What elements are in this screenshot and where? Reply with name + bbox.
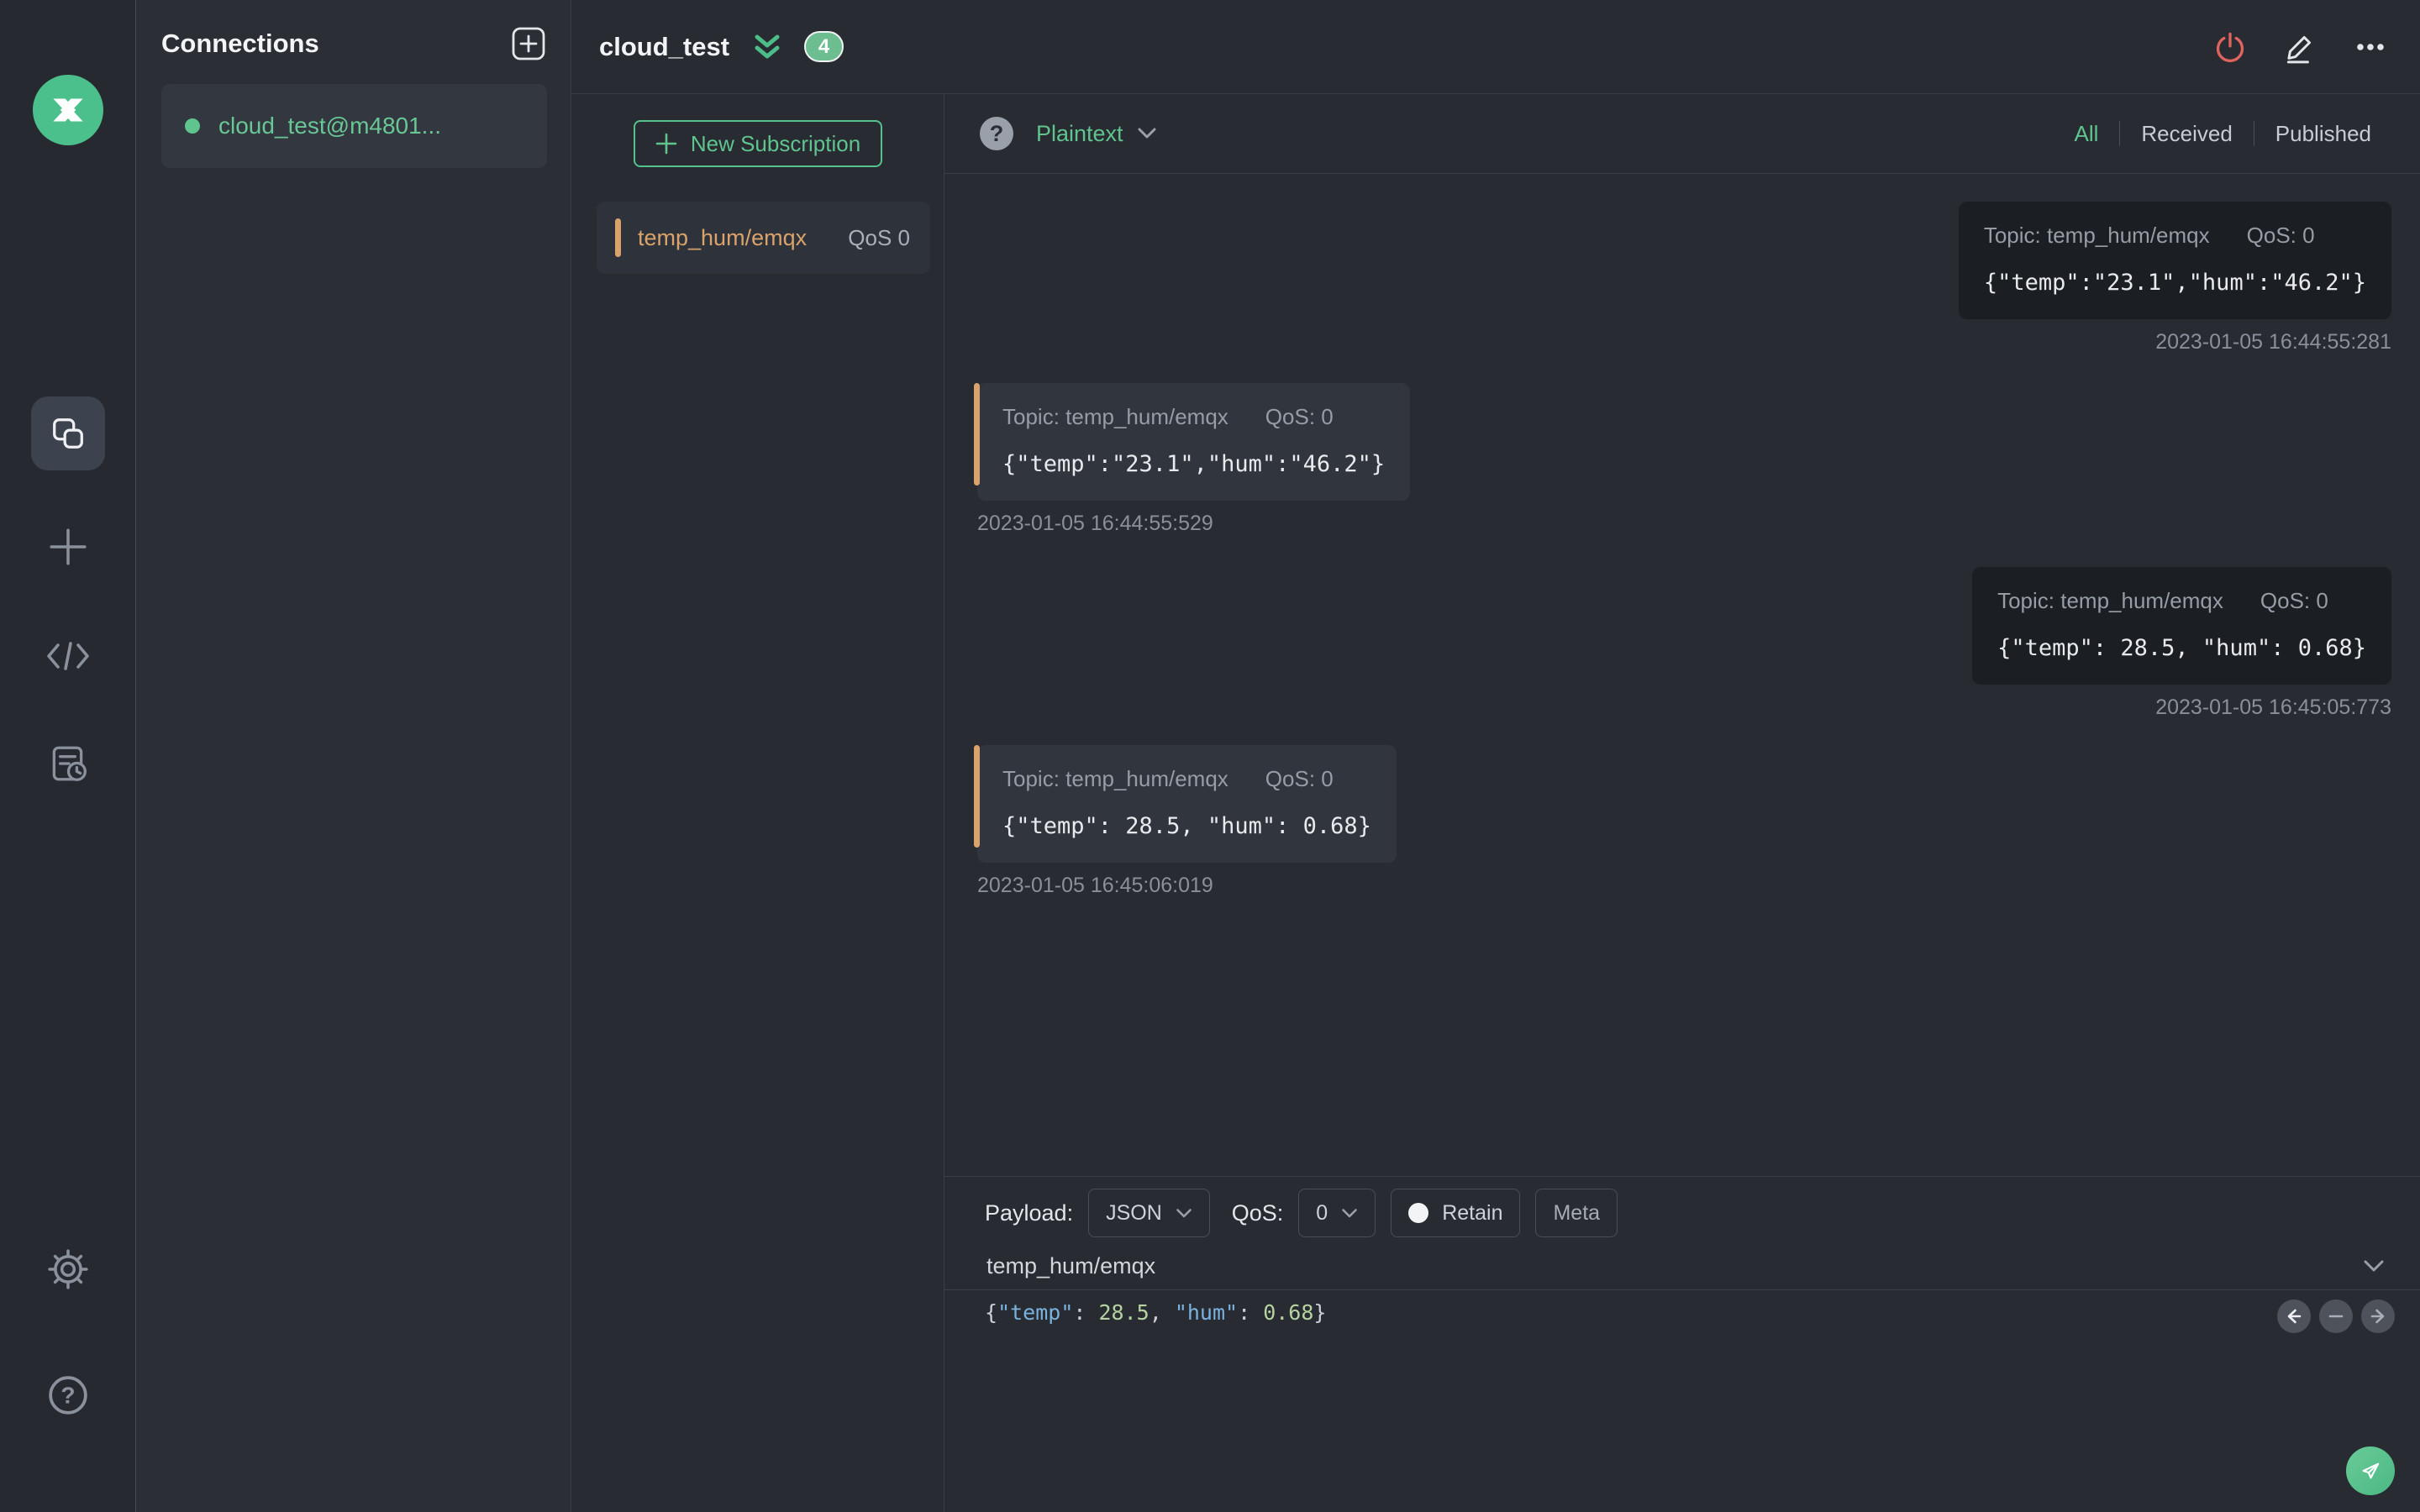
message-topic: Topic: temp_hum/emqx [1983, 223, 2210, 248]
gear-icon [47, 1248, 89, 1290]
connections-icon [49, 414, 87, 453]
message-qos: QoS: 0 [1265, 766, 1334, 791]
message-received: Topic: temp_hum/emqx QoS: 0 {"temp": 28.… [974, 745, 1397, 898]
subscription-item[interactable]: temp_hum/emqx QoS 0 [597, 202, 930, 274]
add-connection-button[interactable] [510, 25, 547, 62]
message-topic: Topic: temp_hum/emqx [1002, 404, 1228, 429]
minus-icon [2328, 1315, 2344, 1318]
filter-published[interactable]: Published [2254, 121, 2371, 147]
message-published: Topic: temp_hum/emqx QoS: 0 {"temp": 28.… [1972, 567, 2391, 720]
double-chevron-down-icon[interactable] [750, 32, 784, 62]
message-payload: {"temp":"23.1","hum":"46.2"} [1983, 270, 2366, 296]
message-payload: {"temp": 28.5, "hum": 0.68} [1997, 635, 2366, 661]
qos-select[interactable]: 0 [1298, 1189, 1376, 1237]
chevron-down-icon [1341, 1208, 1358, 1219]
editor-divider [944, 1289, 2420, 1290]
message-payload: {"temp":"23.1","hum":"46.2"} [1002, 451, 1386, 477]
power-icon [2216, 32, 2244, 62]
payload-format-select[interactable]: JSON [1088, 1189, 1210, 1237]
ellipsis-icon [2357, 43, 2384, 50]
message-filters: All Received Published [2053, 121, 2371, 147]
connection-header: cloud_test 4 [571, 0, 2420, 94]
meta-button[interactable]: Meta [1535, 1189, 1618, 1237]
subscription-qos: QoS 0 [848, 224, 910, 250]
message-card: Topic: temp_hum/emqx QoS: 0 {"temp": 28.… [1972, 567, 2391, 685]
message-qos: QoS: 0 [2246, 223, 2315, 248]
message-timestamp: 2023-01-05 16:44:55:281 [2155, 330, 2391, 354]
message-timestamp: 2023-01-05 16:45:05:773 [2155, 696, 2391, 719]
filter-all[interactable]: All [2053, 121, 2119, 147]
payload-editor[interactable]: {"temp": 28.5, "hum": 0.68} [985, 1300, 2420, 1325]
collapse-panel-chevron[interactable] [2363, 1259, 2385, 1273]
plus-icon [47, 526, 89, 568]
messages-panel: ? Plaintext All Received Published Topic… [944, 94, 2420, 1512]
message-qos: QoS: 0 [2260, 588, 2328, 613]
connections-panel-title: Connections [161, 29, 319, 58]
subscription-topic: temp_hum/emqx [638, 224, 808, 250]
topic-input[interactable] [985, 1252, 2363, 1280]
view-mode-dropdown[interactable]: Plaintext [1036, 121, 1157, 147]
nav-rail: ? [0, 0, 136, 1512]
edit-connection-button[interactable] [2282, 29, 2317, 65]
connected-status-dot [185, 118, 200, 134]
publish-panel: Payload: JSON QoS: 0 Retain Meta temp_hu… [944, 1176, 2420, 1512]
subscription-color-bar [615, 218, 621, 257]
send-button[interactable] [2346, 1446, 2395, 1495]
connection-item[interactable]: cloud_test@m4801... [161, 84, 547, 168]
chevron-down-icon [1137, 127, 1157, 140]
message-card: Topic: temp_hum/emqx QoS: 0 {"temp":"23.… [973, 383, 1411, 501]
message-topic: Topic: temp_hum/emqx [1002, 766, 1228, 791]
connections-panel: Connections cloud_test@m4801... [136, 0, 571, 1512]
message-nav-buttons [2277, 1299, 2395, 1333]
new-subscription-button[interactable]: New Subscription [633, 120, 882, 167]
paper-plane-icon [2362, 1462, 2380, 1479]
more-options-button[interactable] [2353, 29, 2388, 65]
app-logo [33, 75, 103, 145]
message-topic: Topic: temp_hum/emqx [1997, 588, 2223, 613]
prev-message-button[interactable] [2277, 1299, 2311, 1333]
chevron-down-icon [1176, 1208, 1192, 1219]
arrow-left-icon [2287, 1309, 2302, 1324]
subscriptions-panel: New Subscription temp_hum/emqx QoS 0 [571, 94, 944, 1512]
help-button[interactable]: ? [47, 1374, 89, 1416]
message-received: Topic: temp_hum/emqx QoS: 0 {"temp":"23.… [973, 383, 1411, 536]
help-circle-icon: ? [47, 1374, 89, 1416]
collapse-editor-button[interactable] [2319, 1299, 2353, 1333]
message-qos: QoS: 0 [1265, 404, 1334, 429]
message-card: Topic: temp_hum/emqx QoS: 0 {"temp": 28.… [974, 745, 1397, 863]
payload-help-icon[interactable]: ? [980, 117, 1013, 150]
disconnect-button[interactable] [2213, 30, 2247, 64]
sidebar-item-connections[interactable] [30, 396, 105, 470]
pencil-icon [2286, 35, 2312, 63]
retain-toggle[interactable]: Retain [1391, 1189, 1521, 1237]
connection-name: cloud_test@m4801... [218, 113, 442, 139]
sidebar-item-log[interactable] [47, 743, 89, 785]
message-timestamp: 2023-01-05 16:45:06:019 [977, 874, 1213, 897]
main-area: cloud_test 4 New Subscription temp_hum/e… [571, 0, 2420, 1512]
settings-button[interactable] [47, 1248, 89, 1290]
message-published: Topic: temp_hum/emqx QoS: 0 {"temp":"23.… [1958, 202, 2391, 354]
svg-text:?: ? [60, 1382, 75, 1408]
qos-label: QoS: [1231, 1200, 1284, 1226]
next-message-button[interactable] [2361, 1299, 2395, 1333]
message-payload: {"temp": 28.5, "hum": 0.68} [1002, 813, 1371, 839]
message-card: Topic: temp_hum/emqx QoS: 0 {"temp":"23.… [1958, 202, 2391, 319]
message-count-badge: 4 [804, 31, 844, 62]
message-timestamp: 2023-01-05 16:44:55:529 [977, 512, 1213, 535]
messages-toolbar: ? Plaintext All Received Published [944, 94, 2420, 174]
arrow-right-icon [2370, 1309, 2385, 1324]
message-list: Topic: temp_hum/emqx QoS: 0 {"temp":"23.… [944, 174, 2420, 1176]
sidebar-item-script[interactable] [45, 637, 91, 675]
plus-icon [655, 133, 677, 155]
sidebar-item-new-connection[interactable] [47, 526, 89, 568]
connection-title: cloud_test [599, 31, 730, 61]
filter-received[interactable]: Received [2120, 121, 2253, 147]
code-icon [45, 637, 91, 675]
payload-format-label: Payload: [985, 1200, 1074, 1226]
retain-dot-icon [1408, 1203, 1429, 1223]
log-icon [47, 743, 89, 785]
mqttx-app: ? Connections cloud_test@m4801... cloud_… [0, 0, 2420, 1512]
